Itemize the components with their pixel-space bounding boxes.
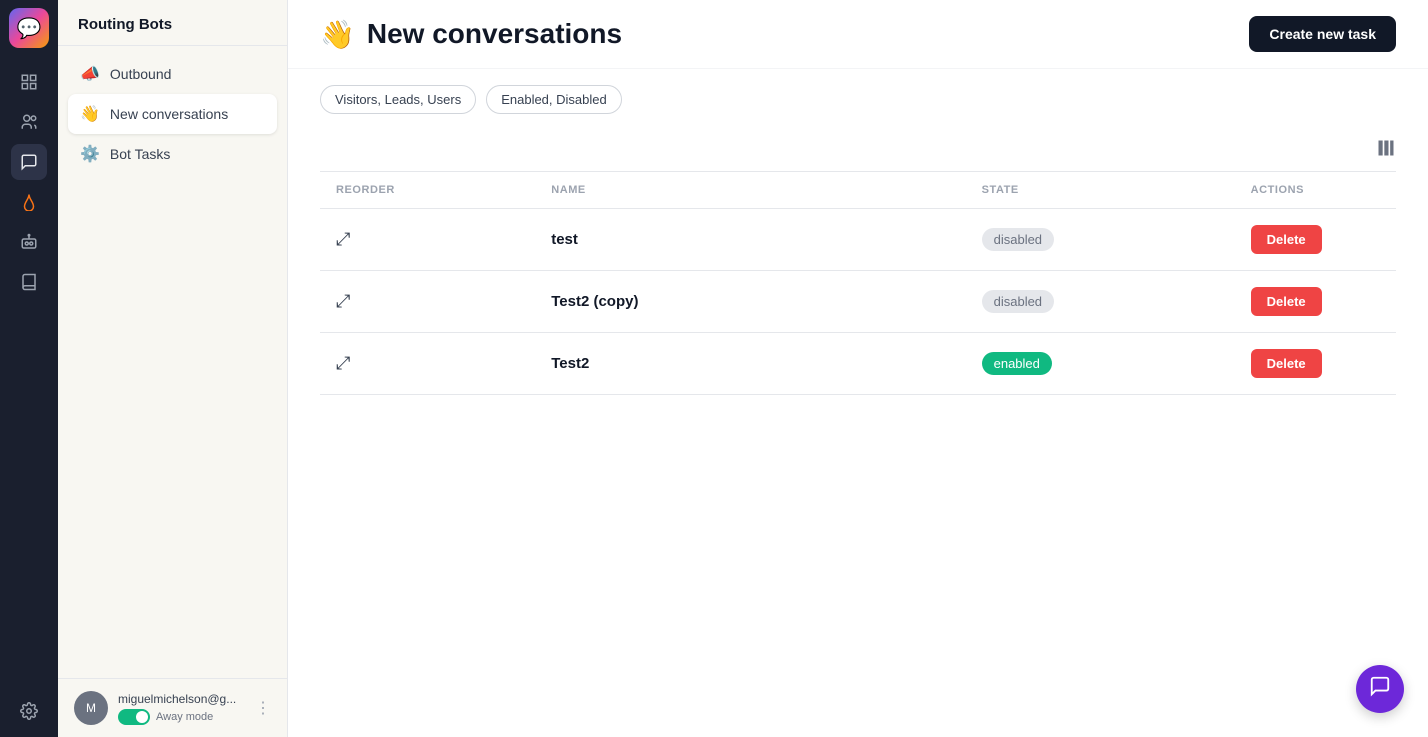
nav-book[interactable]	[11, 264, 47, 300]
delete-button[interactable]: Delete	[1251, 349, 1322, 378]
nav-settings[interactable]	[11, 693, 47, 729]
table-header-row: REORDER NAME STATE ACTIONS	[320, 172, 1396, 209]
table-row: ⤢ Test2 (copy) disabled Delete	[320, 271, 1396, 333]
table-row: ⤢ test disabled Delete	[320, 209, 1396, 271]
reorder-cell: ⤢	[320, 333, 535, 395]
away-label: Away mode	[156, 711, 213, 723]
new-conversations-icon: 👋	[80, 104, 100, 124]
reorder-handle[interactable]: ⤢	[336, 229, 350, 249]
away-mode-toggle[interactable]	[118, 709, 150, 725]
sidebar-item-label: Outbound	[110, 66, 172, 82]
reorder-handle[interactable]: ⤢	[336, 291, 350, 311]
bots-table: REORDER NAME STATE ACTIONS ⤢ test disabl…	[320, 171, 1396, 395]
delete-button[interactable]: Delete	[1251, 287, 1322, 316]
sidebar-item-outbound[interactable]: 📣 Outbound	[68, 54, 277, 94]
state-cell: enabled	[966, 333, 1235, 395]
table-container: REORDER NAME STATE ACTIONS ⤢ test disabl…	[288, 130, 1428, 737]
main-content: 👋 New conversations Create new task Visi…	[288, 0, 1428, 737]
col-actions: ACTIONS	[1235, 172, 1396, 209]
table-row: ⤢ Test2 enabled Delete	[320, 333, 1396, 395]
sidebar-item-label: Bot Tasks	[110, 146, 170, 162]
state-cell: disabled	[966, 209, 1235, 271]
actions-cell: Delete	[1235, 271, 1396, 333]
sidebar-footer: M miguelmichelson@g... Away mode ⋮	[58, 678, 287, 737]
sidebar: Routing Bots 📣 Outbound 👋 New conversati…	[58, 0, 288, 737]
footer-status: Away mode	[118, 709, 245, 725]
user-avatar: M	[74, 691, 108, 725]
app-logo[interactable]: 💬	[9, 8, 49, 48]
bot-name: test	[551, 231, 578, 248]
state-cell: disabled	[966, 271, 1235, 333]
col-state: STATE	[966, 172, 1235, 209]
actions-cell: Delete	[1235, 333, 1396, 395]
nav-grid[interactable]	[11, 64, 47, 100]
bot-tasks-icon: ⚙️	[80, 144, 100, 164]
state-filter[interactable]: Enabled, Disabled	[486, 85, 622, 114]
state-badge: enabled	[982, 352, 1052, 375]
sidebar-item-bot-tasks[interactable]: ⚙️ Bot Tasks	[68, 134, 277, 174]
name-cell: test	[535, 209, 965, 271]
delete-button[interactable]: Delete	[1251, 225, 1322, 254]
icon-bar: 💬	[0, 0, 58, 737]
state-badge: disabled	[982, 228, 1054, 251]
sidebar-item-label: New conversations	[110, 106, 228, 122]
view-toggle-icon[interactable]	[1376, 138, 1396, 163]
main-header: 👋 New conversations Create new task	[288, 0, 1428, 69]
footer-info: miguelmichelson@g... Away mode	[118, 692, 245, 725]
name-cell: Test2 (copy)	[535, 271, 965, 333]
footer-username: miguelmichelson@g...	[118, 692, 245, 706]
nav-chat[interactable]	[11, 144, 47, 180]
chat-widget-button[interactable]	[1356, 665, 1404, 713]
nav-team[interactable]	[11, 104, 47, 140]
reorder-cell: ⤢	[320, 271, 535, 333]
col-reorder: REORDER	[320, 172, 535, 209]
nav-robot[interactable]	[11, 224, 47, 260]
name-cell: Test2	[535, 333, 965, 395]
filters-bar: Visitors, Leads, Users Enabled, Disabled	[288, 69, 1428, 130]
outbound-icon: 📣	[80, 64, 100, 84]
footer-menu-button[interactable]: ⋮	[255, 698, 271, 718]
page-title-emoji: 👋	[320, 18, 355, 51]
sidebar-item-new-conversations[interactable]: 👋 New conversations	[68, 94, 277, 134]
table-actions-bar	[320, 130, 1396, 171]
actions-cell: Delete	[1235, 209, 1396, 271]
state-badge: disabled	[982, 290, 1054, 313]
audience-filter[interactable]: Visitors, Leads, Users	[320, 85, 476, 114]
bot-name: Test2	[551, 355, 589, 372]
page-title-text: New conversations	[367, 18, 622, 50]
chat-widget-icon	[1369, 675, 1391, 703]
create-new-task-button[interactable]: Create new task	[1249, 16, 1396, 52]
reorder-cell: ⤢	[320, 209, 535, 271]
sidebar-nav: 📣 Outbound 👋 New conversations ⚙️ Bot Ta…	[58, 46, 287, 678]
nav-flame[interactable]	[11, 184, 47, 220]
page-title: 👋 New conversations	[320, 18, 622, 51]
bot-name: Test2 (copy)	[551, 293, 638, 310]
sidebar-title: Routing Bots	[58, 0, 287, 46]
col-name: NAME	[535, 172, 965, 209]
reorder-handle[interactable]: ⤢	[336, 353, 350, 373]
